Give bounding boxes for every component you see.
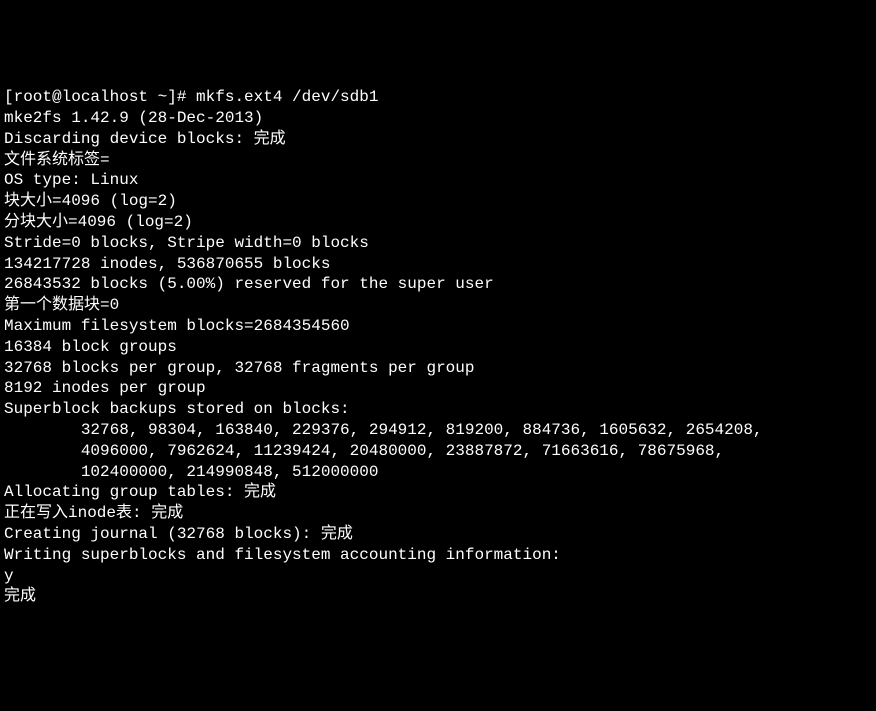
output-line: Superblock backups stored on blocks: — [4, 399, 872, 420]
output-line: 文件系统标签= — [4, 150, 872, 171]
output-line: Allocating group tables: 完成 — [4, 482, 872, 503]
output-line: 134217728 inodes, 536870655 blocks — [4, 254, 872, 275]
shell-prompt: [root@localhost ~]# — [4, 88, 196, 106]
output-line: y — [4, 566, 872, 587]
shell-command: mkfs.ext4 /dev/sdb1 — [196, 88, 378, 106]
output-line: Creating journal (32768 blocks): 完成 — [4, 524, 872, 545]
output-line: Maximum filesystem blocks=2684354560 — [4, 316, 872, 337]
output-line: 102400000, 214990848, 512000000 — [4, 462, 872, 483]
output-line: Writing superblocks and filesystem accou… — [4, 545, 872, 566]
output-line: 块大小=4096 (log=2) — [4, 191, 872, 212]
output-line: 正在写入inode表: 完成 — [4, 503, 872, 524]
output-line: 8192 inodes per group — [4, 378, 872, 399]
output-line: OS type: Linux — [4, 170, 872, 191]
output-line: 32768 blocks per group, 32768 fragments … — [4, 358, 872, 379]
output-line: 26843532 blocks (5.00%) reserved for the… — [4, 274, 872, 295]
terminal-window[interactable]: [root@localhost ~]# mkfs.ext4 /dev/sdb1m… — [4, 87, 872, 607]
output-line: 32768, 98304, 163840, 229376, 294912, 81… — [4, 420, 872, 441]
output-line: 完成 — [4, 586, 872, 607]
output-line: 分块大小=4096 (log=2) — [4, 212, 872, 233]
output-line: 第一个数据块=0 — [4, 295, 872, 316]
output-line: Stride=0 blocks, Stripe width=0 blocks — [4, 233, 872, 254]
output-line: 16384 block groups — [4, 337, 872, 358]
command-line: [root@localhost ~]# mkfs.ext4 /dev/sdb1 — [4, 87, 872, 108]
output-line: Discarding device blocks: 完成 — [4, 129, 872, 150]
output-line: 4096000, 7962624, 11239424, 20480000, 23… — [4, 441, 872, 462]
output-line: mke2fs 1.42.9 (28-Dec-2013) — [4, 108, 872, 129]
